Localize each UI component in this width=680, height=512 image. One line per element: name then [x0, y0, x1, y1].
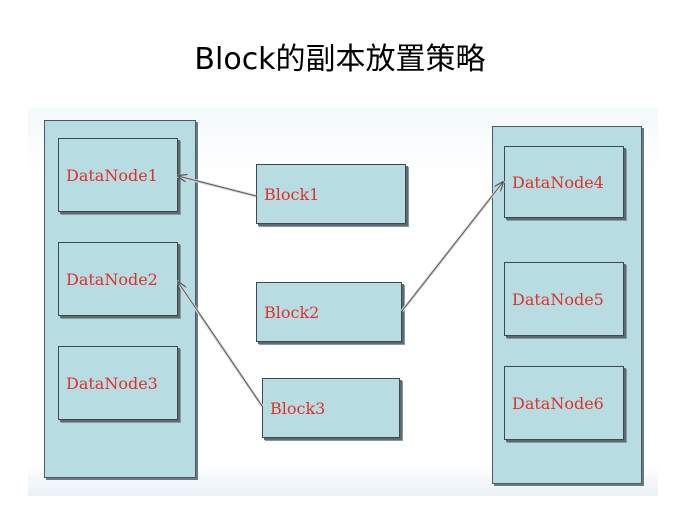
block-1: Block1	[256, 164, 406, 224]
block-2: Block2	[256, 282, 402, 342]
datanode-6: DataNode6	[504, 366, 624, 440]
datanode-1: DataNode1	[58, 138, 178, 212]
datanode-3: DataNode3	[58, 346, 178, 420]
datanode-2: DataNode2	[58, 242, 178, 316]
datanode-5: DataNode5	[504, 262, 624, 336]
datanode-4: DataNode4	[504, 146, 624, 218]
block-3: Block3	[262, 378, 400, 438]
slide: Block的副本放置策略 DataNode1 DataNode2 DataNod…	[0, 0, 680, 512]
slide-title: Block的副本放置策略	[194, 42, 486, 77]
